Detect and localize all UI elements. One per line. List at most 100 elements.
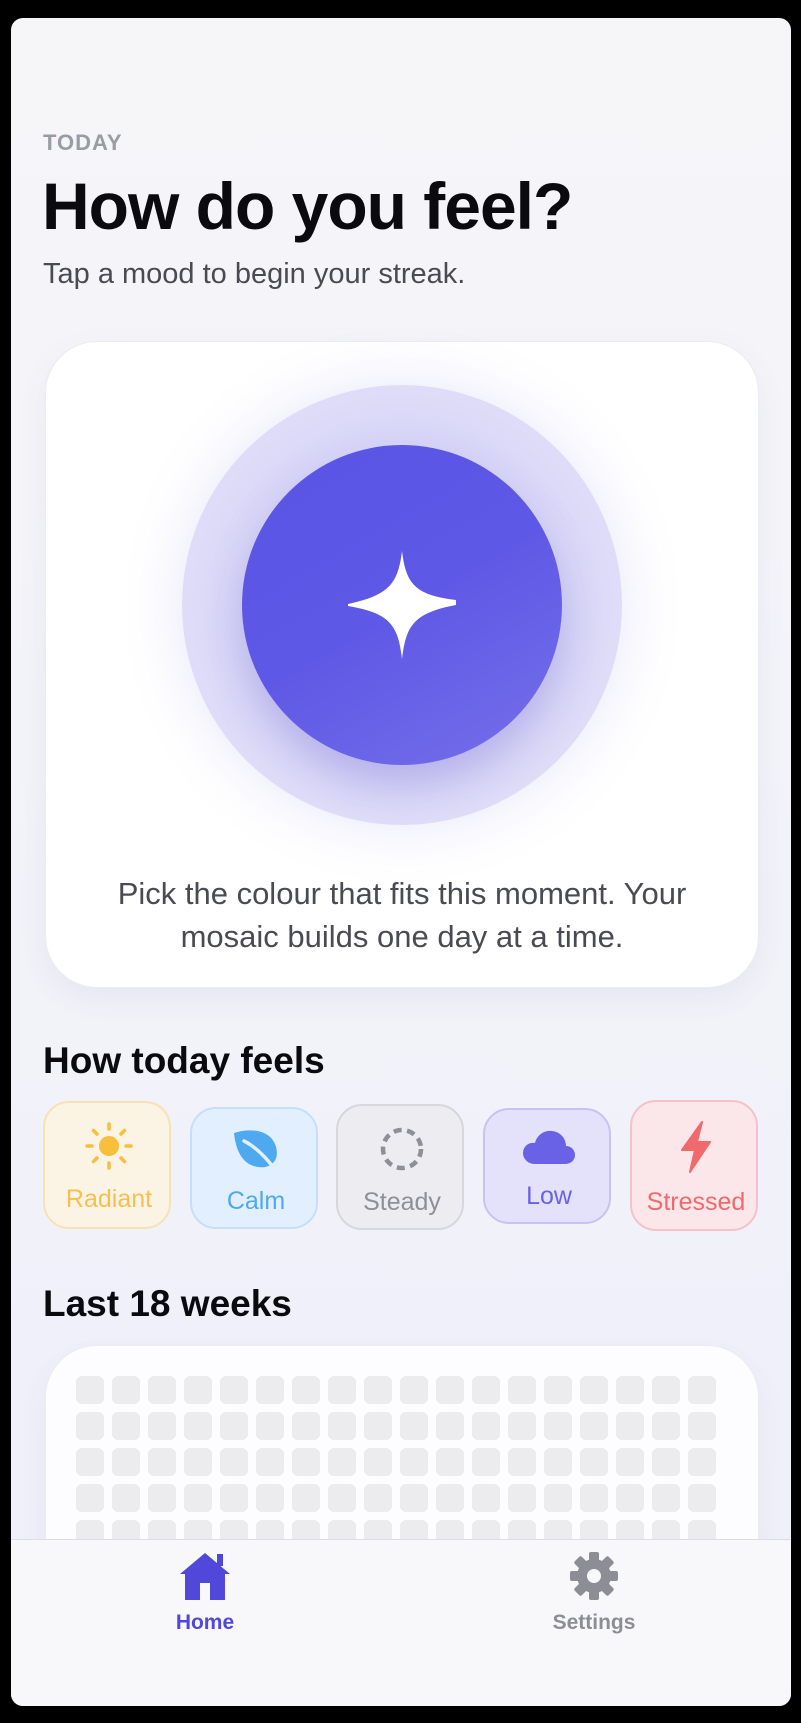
mosaic-day-cell xyxy=(220,1412,248,1440)
mosaic-day-cell xyxy=(508,1448,536,1476)
mosaic-day-cell xyxy=(220,1376,248,1404)
tab-home-label: Home xyxy=(175,1611,235,1634)
mood-calm-button[interactable]: Calm xyxy=(190,1107,318,1229)
mosaic-day-cell xyxy=(364,1376,392,1404)
lightning-icon xyxy=(632,1120,760,1179)
mosaic-day-cell xyxy=(400,1412,428,1440)
mosaic-day-cell xyxy=(256,1484,284,1512)
mood-low-button[interactable]: Low xyxy=(483,1108,611,1224)
mosaic-day-cell xyxy=(652,1412,680,1440)
mosaic-day-cell xyxy=(112,1376,140,1404)
sun-icon xyxy=(45,1121,173,1176)
mosaic-day-cell xyxy=(580,1376,608,1404)
mosaic-day-cell xyxy=(148,1448,176,1476)
mosaic-day-cell xyxy=(580,1484,608,1512)
mosaic-day-cell xyxy=(688,1448,716,1476)
mosaic-day-cell xyxy=(76,1376,104,1404)
mosaic-day-cell xyxy=(616,1484,644,1512)
mosaic-day-cell xyxy=(148,1484,176,1512)
mosaic-day-cell xyxy=(292,1412,320,1440)
mosaic-day-cell xyxy=(508,1412,536,1440)
mosaic-day-cell xyxy=(436,1412,464,1440)
leaf-icon xyxy=(192,1127,320,1178)
mosaic-day-cell xyxy=(220,1484,248,1512)
mosaic-day-cell xyxy=(256,1412,284,1440)
mosaic-day-cell xyxy=(328,1448,356,1476)
mosaic-day-cell xyxy=(616,1412,644,1440)
mosaic-day-cell xyxy=(184,1376,212,1404)
mosaic-day-cell xyxy=(688,1484,716,1512)
mood-stressed-button[interactable]: Stressed xyxy=(630,1100,758,1231)
hero-caption: Pick the colour that fits this moment. Y… xyxy=(117,876,687,954)
mosaic-day-cell xyxy=(328,1484,356,1512)
tab-home[interactable]: Home xyxy=(125,1550,285,1635)
mood-mosaic-grid xyxy=(76,1376,716,1548)
mosaic-day-cell xyxy=(580,1448,608,1476)
mosaic-day-cell xyxy=(148,1376,176,1404)
sparkle-icon xyxy=(348,551,456,659)
moods-section-title: How today feels xyxy=(43,1040,325,1081)
tab-settings[interactable]: Settings xyxy=(514,1550,674,1635)
mood-hero-card: Pick the colour that fits this moment. Y… xyxy=(45,341,759,988)
mosaic-day-cell xyxy=(472,1484,500,1512)
mosaic-day-cell xyxy=(652,1448,680,1476)
mosaic-day-cell xyxy=(652,1376,680,1404)
mosaic-day-cell xyxy=(544,1376,572,1404)
app-screen: TODAY How do you feel? Tap a mood to beg… xyxy=(11,18,791,1706)
gear-icon xyxy=(570,1552,618,1600)
cloud-icon xyxy=(485,1128,613,1173)
mosaic-day-cell xyxy=(328,1412,356,1440)
mosaic-day-cell xyxy=(76,1448,104,1476)
mosaic-day-cell xyxy=(544,1412,572,1440)
mood-label: Low xyxy=(526,1182,572,1210)
tab-settings-label: Settings xyxy=(552,1611,636,1634)
tab-bar: Home Settings xyxy=(11,1539,791,1706)
mosaic-day-cell xyxy=(652,1484,680,1512)
mosaic-day-cell xyxy=(76,1412,104,1440)
eyebrow-label: TODAY xyxy=(43,130,123,155)
mosaic-day-cell xyxy=(112,1448,140,1476)
mosaic-day-cell xyxy=(688,1412,716,1440)
mood-radiant-button[interactable]: Radiant xyxy=(43,1101,171,1229)
mosaic-day-cell xyxy=(292,1376,320,1404)
mosaic-day-cell xyxy=(220,1448,248,1476)
mosaic-day-cell xyxy=(508,1376,536,1404)
mosaic-day-cell xyxy=(436,1484,464,1512)
mood-label: Radiant xyxy=(65,1185,153,1213)
page-title: How do you feel? xyxy=(42,169,573,243)
mosaic-day-cell xyxy=(364,1484,392,1512)
dashed-circle-icon xyxy=(338,1124,466,1179)
mosaic-day-cell xyxy=(544,1484,572,1512)
mosaic-day-cell xyxy=(292,1448,320,1476)
mosaic-day-cell xyxy=(364,1412,392,1440)
mosaic-day-cell xyxy=(292,1484,320,1512)
mosaic-day-cell xyxy=(148,1412,176,1440)
mosaic-day-cell xyxy=(256,1448,284,1476)
mosaic-day-cell xyxy=(508,1484,536,1512)
mood-label: Calm xyxy=(226,1187,286,1215)
mosaic-day-cell xyxy=(436,1448,464,1476)
mosaic-day-cell xyxy=(184,1412,212,1440)
mosaic-day-cell xyxy=(580,1412,608,1440)
mood-label: Stressed xyxy=(646,1188,746,1216)
page-subtitle: Tap a mood to begin your streak. xyxy=(43,258,466,290)
mosaic-day-cell xyxy=(544,1448,572,1476)
mosaic-day-cell xyxy=(112,1484,140,1512)
mosaic-day-cell xyxy=(400,1376,428,1404)
history-section-title: Last 18 weeks xyxy=(43,1283,292,1324)
mood-label: Steady xyxy=(363,1188,441,1216)
mosaic-day-cell xyxy=(688,1376,716,1404)
mosaic-day-cell xyxy=(472,1448,500,1476)
mosaic-day-cell xyxy=(256,1376,284,1404)
mosaic-day-cell xyxy=(328,1376,356,1404)
mood-steady-button[interactable]: Steady xyxy=(336,1104,464,1230)
mosaic-day-cell xyxy=(112,1412,140,1440)
mosaic-day-cell xyxy=(400,1448,428,1476)
log-mood-button[interactable] xyxy=(242,445,562,765)
mosaic-day-cell xyxy=(400,1484,428,1512)
mosaic-day-cell xyxy=(436,1376,464,1404)
mosaic-day-cell xyxy=(472,1412,500,1440)
mosaic-day-cell xyxy=(184,1448,212,1476)
mosaic-day-cell xyxy=(472,1376,500,1404)
mosaic-day-cell xyxy=(364,1448,392,1476)
